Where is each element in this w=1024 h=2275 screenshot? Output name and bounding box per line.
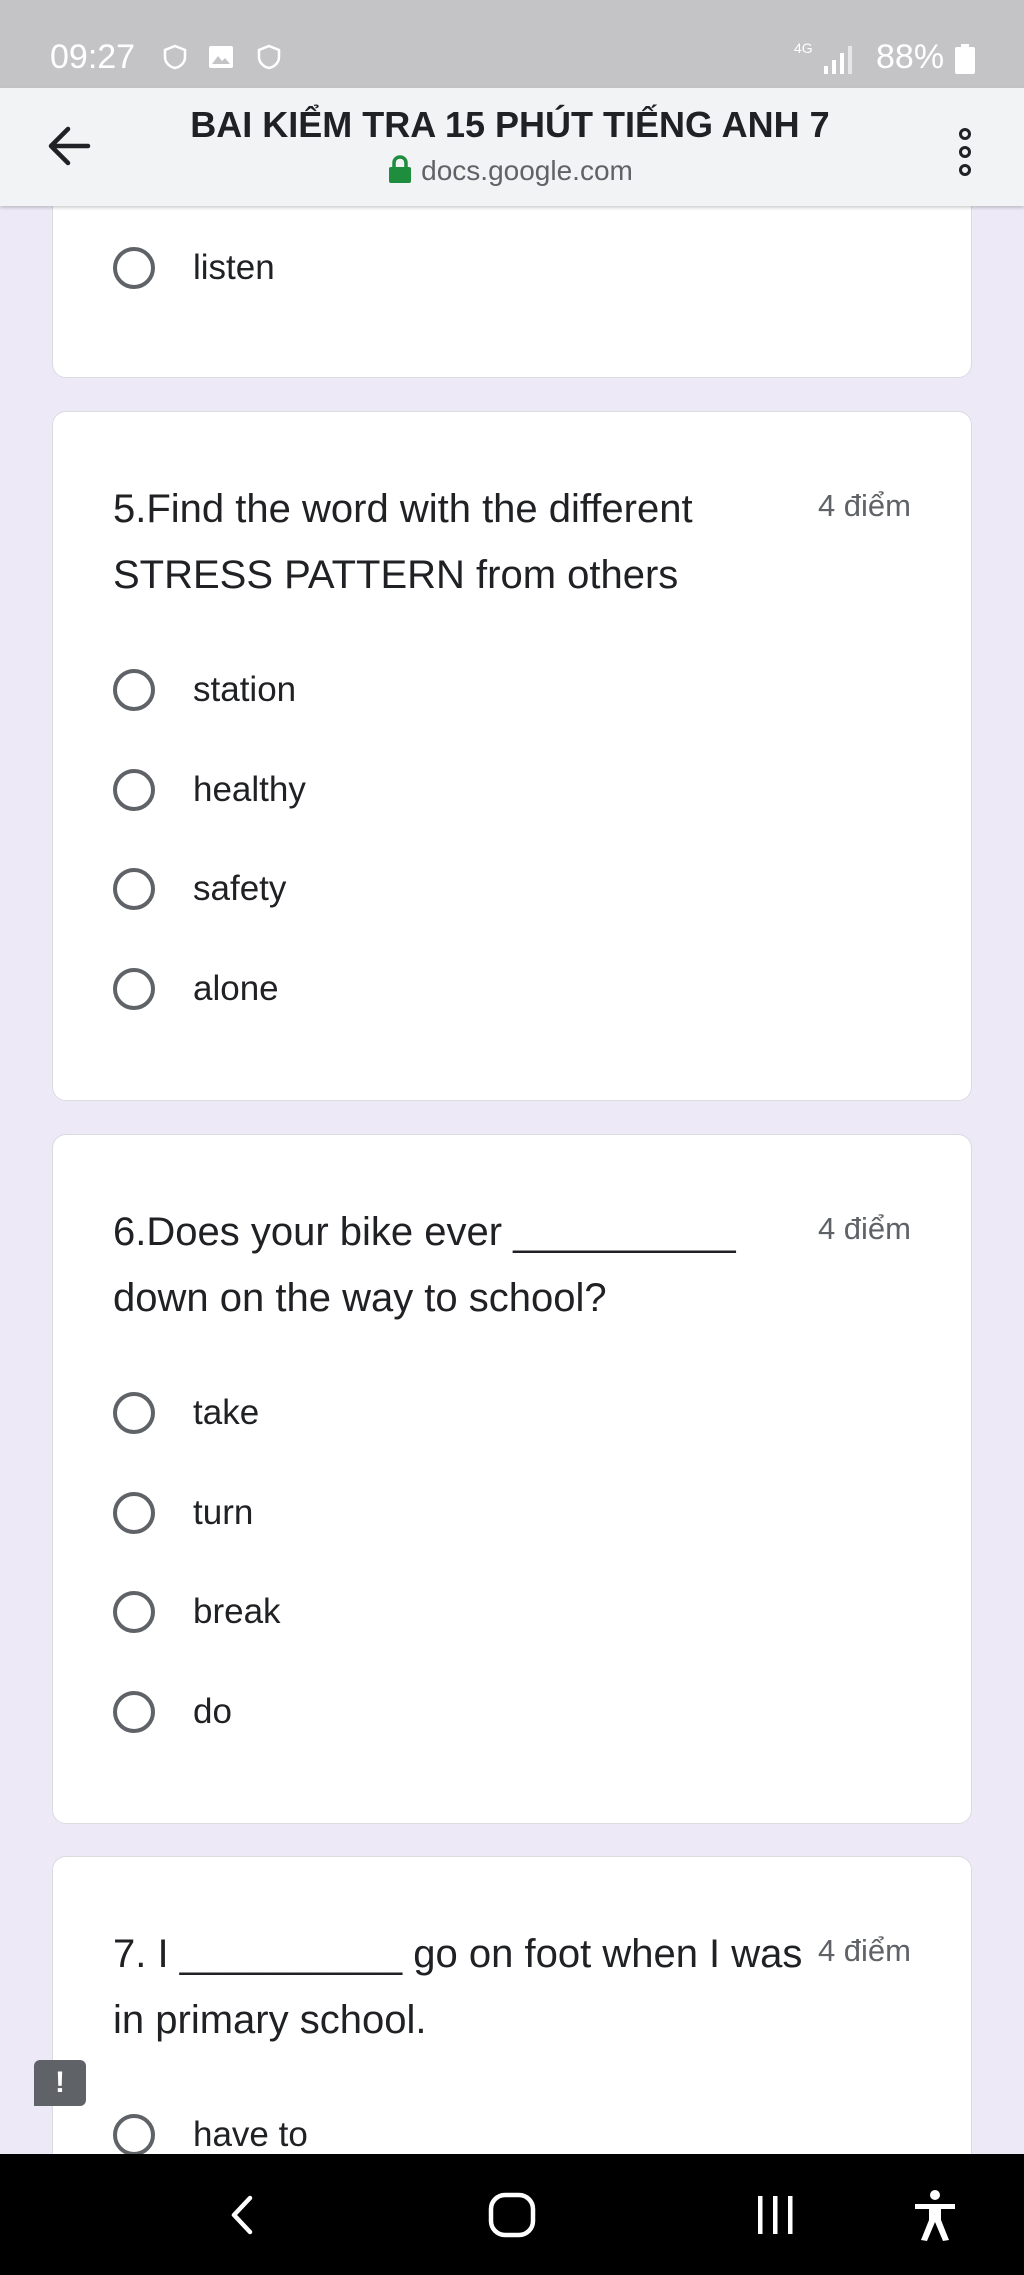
option-label: break [193,1592,281,1631]
answer-option[interactable]: station [113,665,813,725]
question-points: 4 điểm [817,1211,911,1246]
accessibility-icon[interactable] [910,2188,960,2242]
nav-recents-icon[interactable] [752,2188,800,2242]
nav-home-icon[interactable] [484,2188,540,2242]
arrow-back-icon[interactable] [40,116,100,176]
browser-header: BAI KIỂM TRA 15 PHÚT TIẾNG ANH 7 docs.go… [0,88,1024,206]
question-card: 6.Does your bike ever __________ down on… [52,1134,972,1824]
option-label: healthy [193,770,306,809]
answer-option[interactable]: take [113,1388,813,1448]
lock-icon [389,155,412,183]
more-vert-icon[interactable] [950,122,980,182]
battery-percent: 88% [876,38,945,76]
navigation-bar [0,2154,1024,2275]
option-label: station [193,670,297,709]
option-label: have to [193,2115,308,2154]
answer-option[interactable]: alone [113,964,813,1024]
answer-option[interactable]: turn [113,1488,813,1548]
radio-button[interactable] [113,1591,155,1633]
image-icon [209,46,233,68]
answer-option[interactable]: healthy [113,765,813,825]
option-label: alone [193,969,279,1008]
radio-button[interactable] [113,247,155,289]
network-type: 4G [794,40,813,56]
question-points: 4 điểm [817,488,911,523]
page-title: BAI KIỂM TRA 15 PHÚT TIẾNG ANH 7 [190,104,830,145]
radio-button[interactable] [113,769,155,811]
option-label: take [193,1393,260,1432]
report-feedback-button[interactable]: ! [34,2060,86,2106]
radio-button[interactable] [113,669,155,711]
shield-icon [163,44,187,70]
url-bar[interactable]: docs.google.com [150,154,870,187]
option-label: turn [193,1493,254,1532]
status-time: 09:27 [50,38,136,76]
nav-back-icon[interactable] [222,2188,262,2242]
shield-icon [257,44,281,70]
option-label: do [193,1692,232,1731]
answer-option[interactable]: listen [113,243,813,303]
radio-button[interactable] [113,1691,155,1733]
question-title: 7. I __________ go on foot when I was in… [113,1932,803,2042]
signal-icon [824,46,852,74]
radio-button[interactable] [113,1392,155,1434]
url-text: docs.google.com [421,155,633,186]
answer-option[interactable]: do [113,1687,813,1747]
question-card: 5.Find the word with the different STRES… [52,411,972,1101]
question-title: 5.Find the word with the different STRES… [113,487,693,597]
answer-option[interactable]: safety [113,864,813,924]
battery-icon [955,44,975,74]
option-label: listen [193,248,275,287]
status-bar: 09:27 4G 88% [0,0,1024,88]
answer-option[interactable]: break [113,1587,813,1647]
radio-button[interactable] [113,1492,155,1534]
option-label: safety [193,869,287,908]
question-points: 4 điểm [817,1933,911,1968]
radio-button[interactable] [113,2114,155,2156]
question-title: 6.Does your bike ever __________ down on… [113,1210,736,1320]
radio-button[interactable] [113,968,155,1010]
radio-button[interactable] [113,868,155,910]
